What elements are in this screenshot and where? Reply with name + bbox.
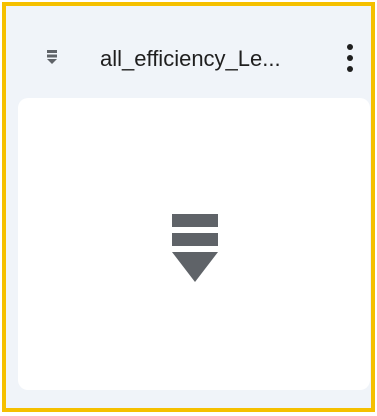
file-preview[interactable] [18, 98, 370, 390]
tsv-file-large-icon [170, 214, 220, 284]
more-vert-icon [347, 44, 353, 72]
file-tile[interactable]: all_efficiency_Le... [2, 2, 375, 412]
file-title[interactable]: all_efficiency_Le... [100, 46, 300, 72]
more-options-button[interactable] [334, 40, 366, 76]
file-tile-header: all_efficiency_Le... [12, 34, 373, 84]
tsv-file-icon [46, 50, 58, 64]
